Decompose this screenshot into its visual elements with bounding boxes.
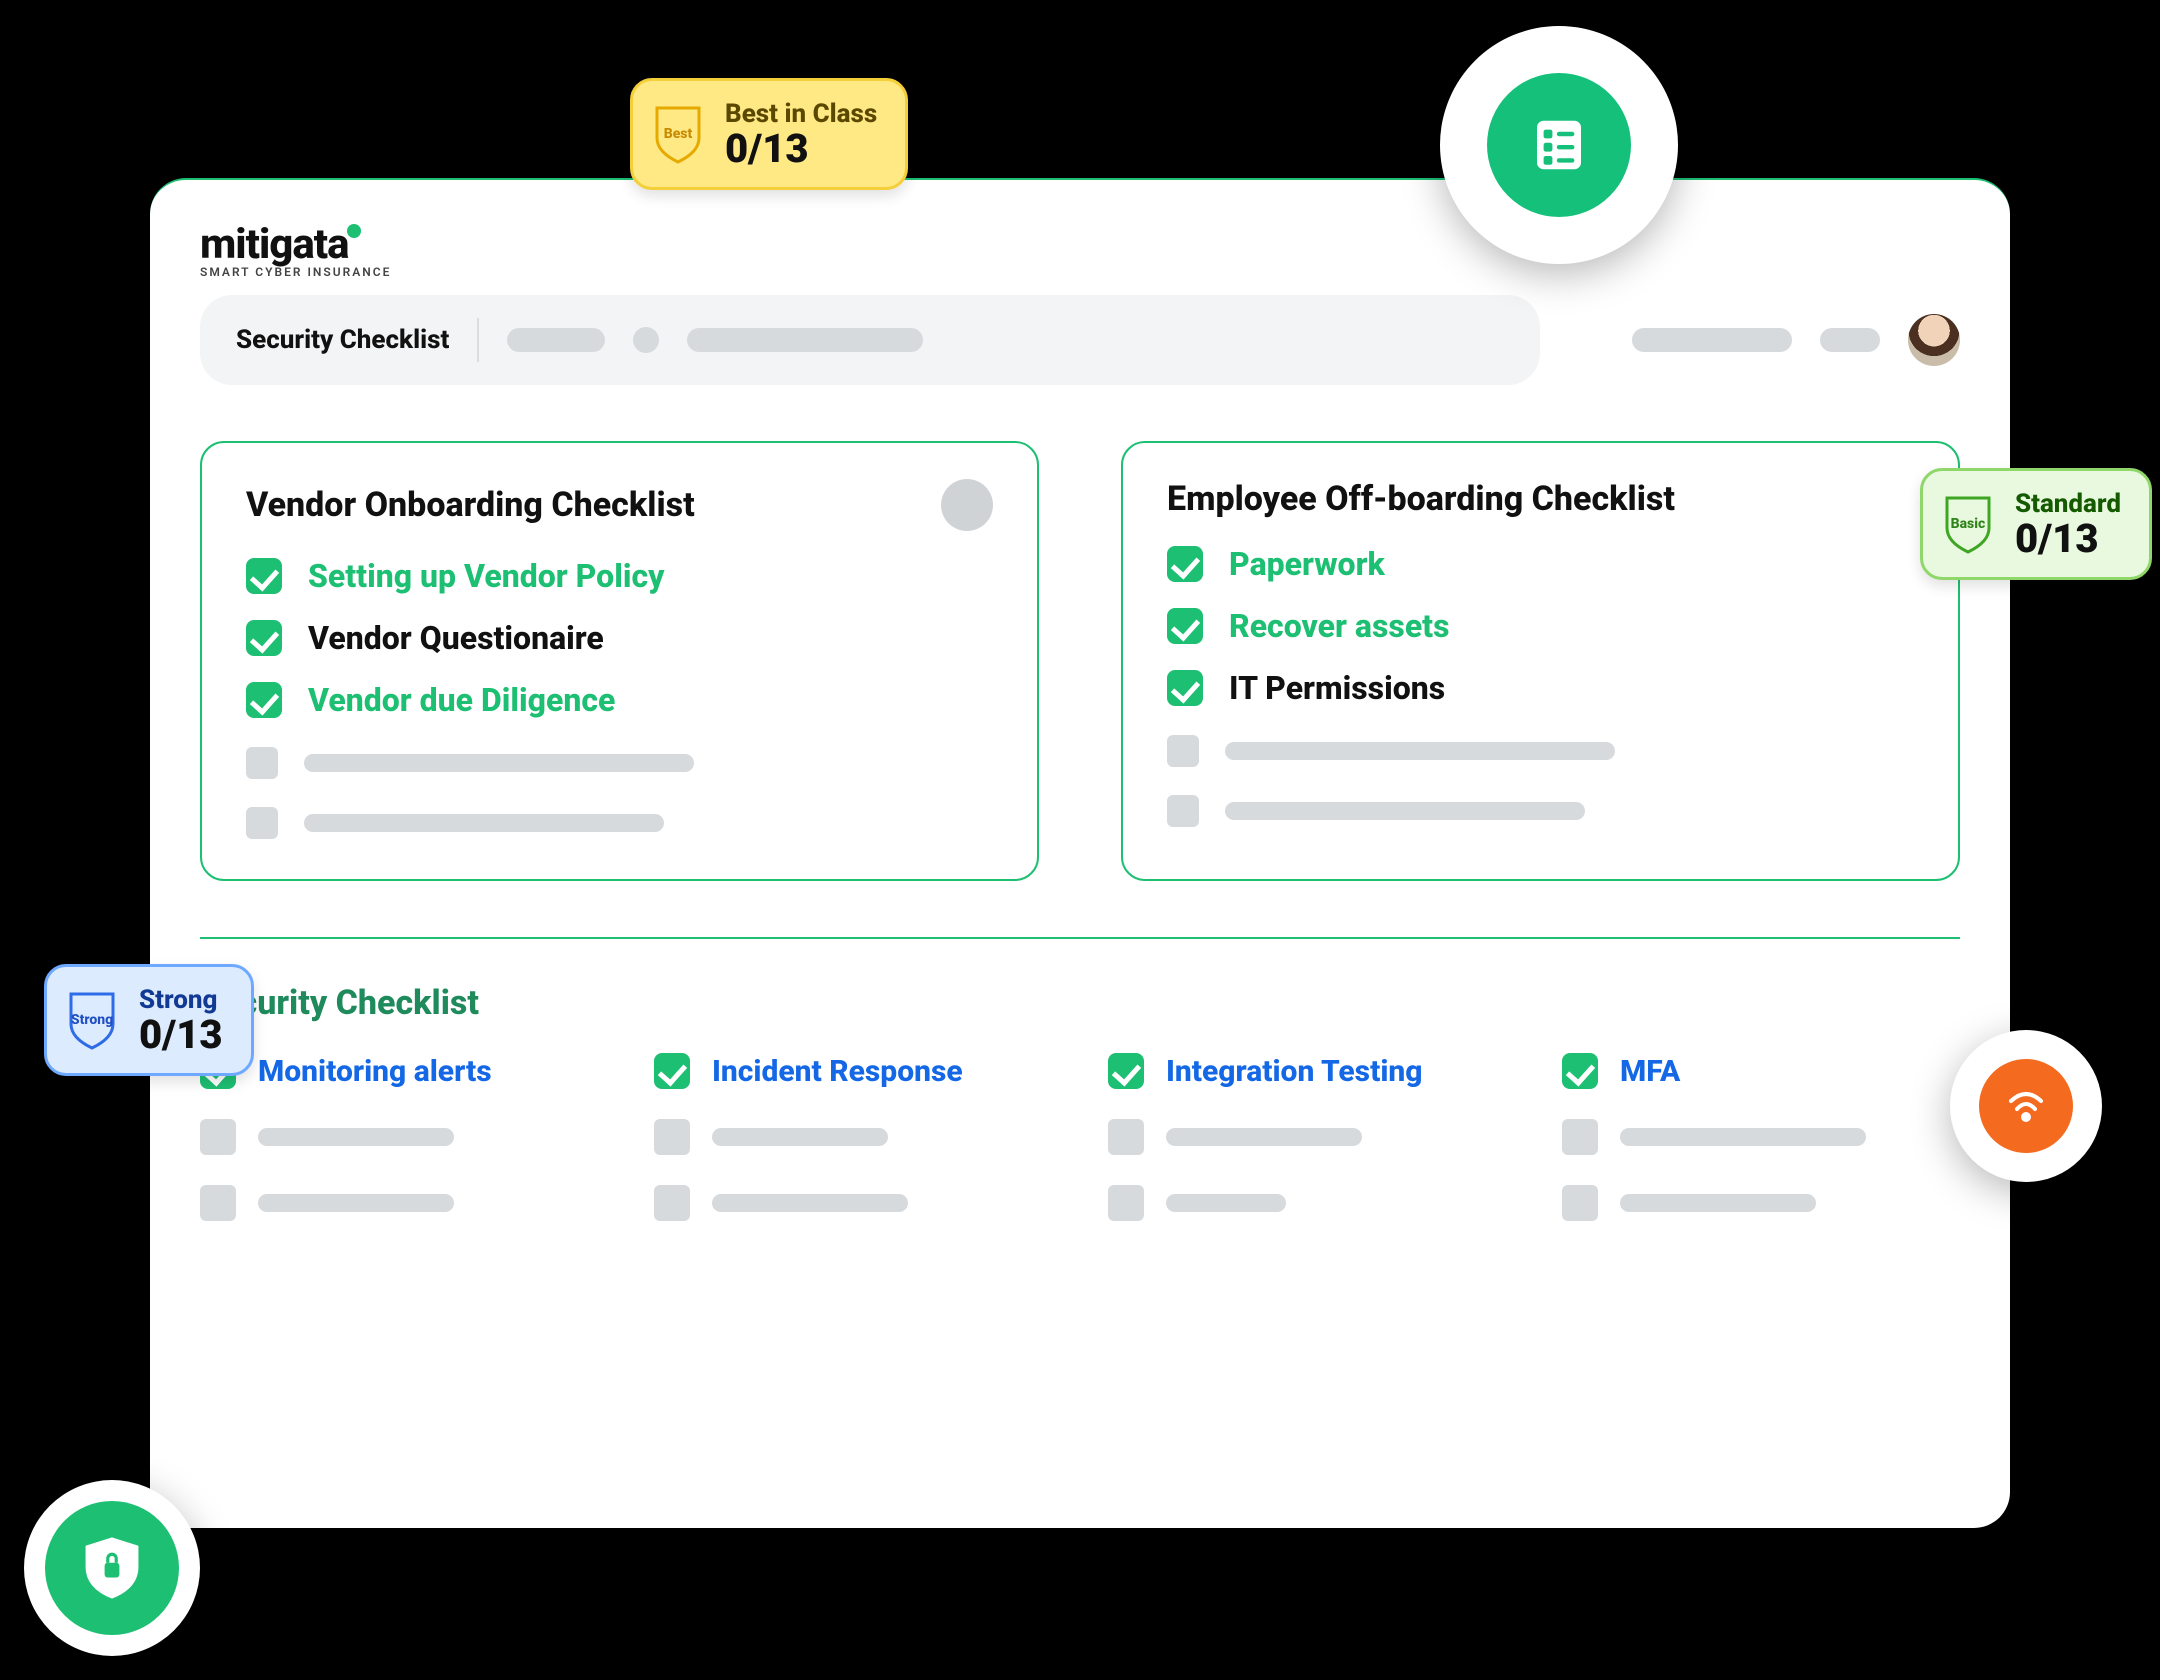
list-item[interactable]: Setting up Vendor Policy [246,557,993,595]
item-label: Integration Testing [1166,1054,1423,1089]
card-status-dot [941,479,993,531]
placeholder-row [200,1119,598,1155]
shield-text: Best [664,126,693,142]
shield-text: Basic [1951,516,1986,532]
card-title: Vendor Onboarding Checklist [246,485,695,525]
item-label: Paperwork [1229,545,1385,583]
list-item[interactable]: Recover assets [1167,607,1914,645]
vendor-onboarding-card: Vendor Onboarding Checklist Setting up V… [200,441,1039,881]
checkbox-icon[interactable] [246,558,282,594]
list-item[interactable]: Paperwork [1167,545,1914,583]
list-item[interactable]: Vendor Questionaire [246,619,993,657]
shield-icon: Best [651,102,705,166]
cards-row: Vendor Onboarding Checklist Setting up V… [200,441,1960,881]
placeholder [633,327,659,353]
brand-logo: mitigata [200,220,363,269]
placeholder-row [1108,1119,1506,1155]
checklist-fab[interactable] [1440,26,1678,264]
brand-dot-icon [347,224,361,238]
placeholder [507,328,605,352]
best-in-class-badge: Best Best in Class 0/13 [630,78,908,190]
list-item[interactable]: Integration Testing [1108,1053,1506,1089]
placeholder-row [1167,735,1914,767]
dashboard-panel: mitigata SMART CYBER INSURANCE Security … [150,178,2010,1528]
placeholder-row [1167,795,1914,827]
placeholder [687,328,923,352]
checkbox-icon[interactable] [1562,1053,1598,1089]
badge-count: 0/13 [725,129,877,169]
item-label: MFA [1620,1054,1680,1089]
shield-icon: Strong [65,988,119,1052]
badge-count: 0/13 [139,1015,223,1055]
security-section-title: Security Checklist [200,983,1960,1023]
list-item[interactable]: IT Permissions [1167,669,1914,707]
shield-lock-icon [45,1501,179,1635]
card-title: Employee Off-boarding Checklist [1167,479,1675,519]
placeholder-row [1108,1185,1506,1221]
shield-icon: Basic [1941,492,1995,556]
item-label: IT Permissions [1229,669,1445,707]
shield-text: Strong [71,1012,113,1028]
brand-block: mitigata SMART CYBER INSURANCE [200,220,1960,279]
brand-name: mitigata [200,220,349,269]
placeholder-row [1562,1185,1960,1221]
checklist-icon [1487,73,1631,217]
security-grid: Monitoring alerts Incident Response Inte… [200,1053,1960,1221]
checkbox-icon[interactable] [654,1053,690,1089]
checkbox-icon[interactable] [1167,608,1203,644]
signal-icon [1979,1059,2073,1153]
placeholder-row [1562,1119,1960,1155]
checkbox-icon[interactable] [1167,670,1203,706]
item-label: Recover assets [1229,607,1450,645]
placeholder-row [246,807,993,839]
alert-fab[interactable] [1950,1030,2102,1182]
breadcrumb-pill: Security Checklist [200,295,1540,385]
checkbox-icon[interactable] [1108,1053,1144,1089]
divider [477,318,479,362]
checkbox-icon[interactable] [1167,546,1203,582]
placeholder-row [654,1119,1052,1155]
checkbox-icon[interactable] [246,620,282,656]
employee-offboarding-card: Employee Off-boarding Checklist Paperwor… [1121,441,1960,881]
strong-badge: Strong Strong 0/13 [44,964,254,1076]
topbar-right [1632,314,1960,366]
badge-count: 0/13 [2015,519,2121,559]
security-fab[interactable] [24,1480,200,1656]
placeholder-row [200,1185,598,1221]
placeholder-row [246,747,993,779]
avatar[interactable] [1908,314,1960,366]
item-label: Vendor Questionaire [308,619,604,657]
placeholder [1820,328,1880,352]
item-label: Incident Response [712,1054,963,1089]
list-item[interactable]: Monitoring alerts [200,1053,598,1089]
placeholder-row [654,1185,1052,1221]
list-item[interactable]: MFA [1562,1053,1960,1089]
topbar: Security Checklist [200,295,1960,385]
placeholder [1632,328,1792,352]
divider [200,937,1960,939]
list-item[interactable]: Incident Response [654,1053,1052,1089]
list-item[interactable]: Vendor due Diligence [246,681,993,719]
item-label: Vendor due Diligence [308,681,615,719]
checkbox-icon[interactable] [246,682,282,718]
page-title: Security Checklist [236,325,449,355]
item-label: Setting up Vendor Policy [308,557,664,595]
item-label: Monitoring alerts [258,1054,492,1089]
standard-badge: Basic Standard 0/13 [1920,468,2152,580]
